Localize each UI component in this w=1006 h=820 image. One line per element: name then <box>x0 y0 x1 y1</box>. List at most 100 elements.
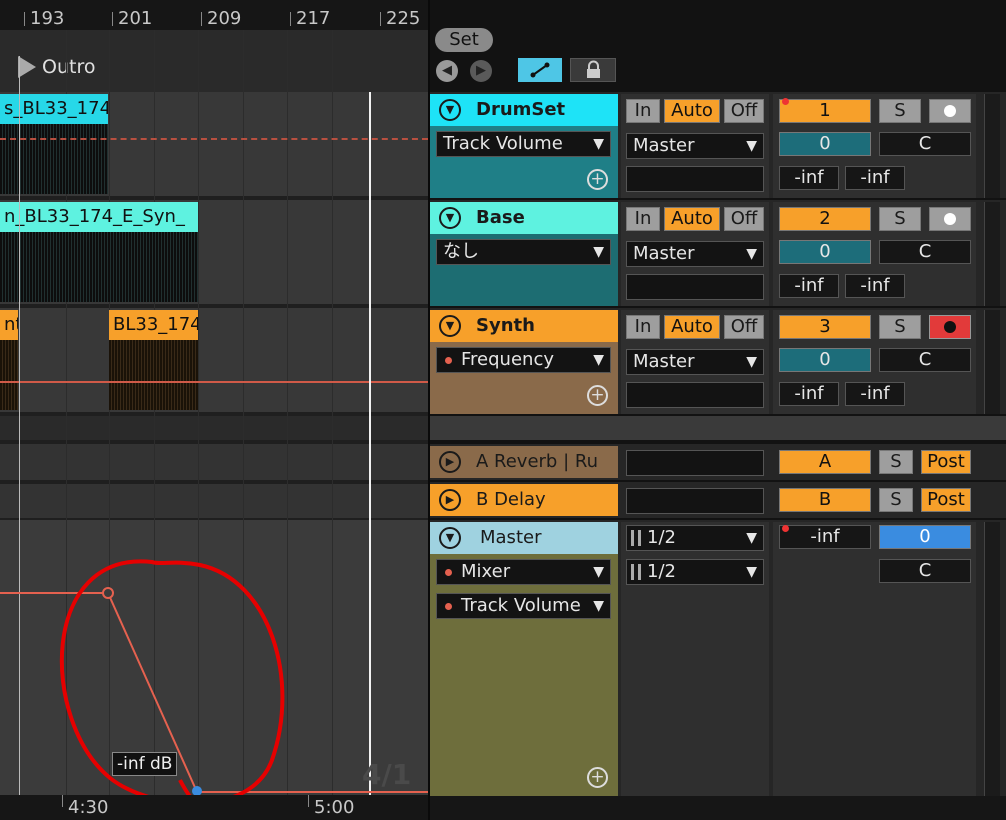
output-channel-select[interactable] <box>626 274 764 300</box>
monitor-off-button[interactable]: Off <box>724 315 764 339</box>
monitor-in-button[interactable]: In <box>626 315 660 339</box>
arm-button[interactable] <box>929 207 971 231</box>
monitor-auto-button[interactable]: Auto <box>664 207 720 231</box>
arm-button-active[interactable] <box>929 315 971 339</box>
fold-toggle-icon[interactable]: ▼ <box>439 207 461 229</box>
output-label: Master <box>633 135 695 156</box>
return-output-select[interactable] <box>626 450 764 476</box>
dropdown-arrow-icon: ▼ <box>746 354 757 370</box>
volume-field[interactable]: 0 <box>779 132 871 156</box>
return-lane-a[interactable] <box>0 444 428 480</box>
volume-field[interactable]: 0 <box>779 348 871 372</box>
monitor-off-button[interactable]: Off <box>724 99 764 123</box>
automation-param-select[interactable]: Track Volume ▼ <box>436 593 611 619</box>
automation-line <box>0 381 428 383</box>
master-out-label: 1/2 <box>647 561 676 582</box>
add-icon[interactable]: + <box>587 385 608 406</box>
peak-level-left: -inf <box>779 382 839 406</box>
fold-toggle-icon[interactable]: ▼ <box>439 315 461 337</box>
output-channel-select[interactable] <box>626 166 764 192</box>
dropdown-arrow-icon: ▼ <box>746 138 757 154</box>
monitor-off-button[interactable]: Off <box>724 207 764 231</box>
draw-mode-icon[interactable] <box>518 58 562 82</box>
pan-field[interactable]: C <box>879 240 971 264</box>
time-ruler-tick <box>62 795 63 807</box>
lane-spacer <box>0 416 428 440</box>
solo-button[interactable]: S <box>879 488 913 512</box>
solo-button[interactable]: S <box>879 207 921 231</box>
ruler-tick <box>201 12 202 26</box>
clip-drum[interactable]: s_BL33_174 <box>0 94 108 124</box>
stereo-icon <box>631 564 641 580</box>
expand-toggle-icon[interactable]: ▶ <box>439 489 461 511</box>
track-activator-button[interactable]: 1 <box>779 99 871 123</box>
monitor-auto-button[interactable]: Auto <box>664 99 720 123</box>
time-ruler[interactable] <box>0 795 428 820</box>
level-meter <box>984 310 1000 414</box>
master-volume-field[interactable]: 0 <box>879 525 971 549</box>
locator-label[interactable]: Outro <box>42 56 95 78</box>
automation-param-select[interactable]: Track Volume ▼ <box>436 131 611 157</box>
fold-toggle-icon[interactable]: ▼ <box>439 527 461 549</box>
fold-toggle-icon[interactable]: ▼ <box>439 99 461 121</box>
set-button[interactable]: Set <box>435 28 493 52</box>
monitor-in-button[interactable]: In <box>626 207 660 231</box>
ruler-bar-number: 193 <box>30 8 65 29</box>
locator-icon[interactable] <box>18 56 36 78</box>
pan-field[interactable]: C <box>879 348 971 372</box>
track-activator-button[interactable]: 2 <box>779 207 871 231</box>
monitor-in-button[interactable]: In <box>626 99 660 123</box>
solo-button[interactable]: S <box>879 315 921 339</box>
add-icon[interactable]: + <box>587 767 608 788</box>
output-select[interactable]: Master ▼ <box>626 241 764 267</box>
automation-param-select[interactable]: なし ▼ <box>436 239 611 265</box>
stereo-icon <box>631 530 641 546</box>
clip-synth[interactable]: nt <box>0 310 18 340</box>
solo-button[interactable]: S <box>879 450 913 474</box>
ruler-tick <box>24 12 25 26</box>
cue-out-label: 1/2 <box>647 527 676 548</box>
post-button[interactable]: Post <box>921 450 971 474</box>
automation-device-select[interactable]: Mixer ▼ <box>436 559 611 585</box>
return-lane-b[interactable] <box>0 484 428 518</box>
return-activator-button[interactable]: B <box>779 488 871 512</box>
expand-toggle-icon[interactable]: ▶ <box>439 451 461 473</box>
clip-indicator-icon <box>782 98 789 105</box>
param-label: Frequency <box>461 349 554 370</box>
master-out-select[interactable]: 1/2 ▼ <box>626 559 764 585</box>
clip-synth[interactable]: BL33_174 <box>109 310 198 340</box>
return-activator-button[interactable]: A <box>779 450 871 474</box>
monitor-auto-button[interactable]: Auto <box>664 315 720 339</box>
ruler-tick <box>380 12 381 26</box>
level-meter <box>984 522 1000 796</box>
dropdown-arrow-icon: ▼ <box>593 352 604 368</box>
volume-field[interactable]: 0 <box>779 240 871 264</box>
master-pan-field[interactable]: C <box>879 559 971 583</box>
lock-icon[interactable] <box>570 58 616 82</box>
ruler-bar-number: 201 <box>118 8 153 29</box>
peak-level-left: -inf <box>779 274 839 298</box>
post-button[interactable]: Post <box>921 488 971 512</box>
forward-arrow-icon[interactable]: ▶ <box>470 60 492 82</box>
track-activator-button[interactable]: 3 <box>779 315 871 339</box>
output-select[interactable]: Master ▼ <box>626 349 764 375</box>
track-lane-synth[interactable] <box>0 308 428 412</box>
automation-param-select[interactable]: Frequency ▼ <box>436 347 611 373</box>
output-select[interactable]: Master ▼ <box>626 133 764 159</box>
return-output-select[interactable] <box>626 488 764 514</box>
dropdown-arrow-icon: ▼ <box>593 598 604 614</box>
arm-button[interactable] <box>929 99 971 123</box>
breakpoint-handle <box>102 587 114 599</box>
peak-level-right: -inf <box>845 382 905 406</box>
cue-out-select[interactable]: 1/2 ▼ <box>626 525 764 551</box>
clip-base[interactable]: n_BL33_174_E_Syn_ <box>0 202 198 232</box>
peak-level-left: -inf <box>779 166 839 190</box>
dropdown-arrow-icon: ▼ <box>593 136 604 152</box>
pan-field[interactable]: C <box>879 132 971 156</box>
output-channel-select[interactable] <box>626 382 764 408</box>
add-icon[interactable]: + <box>587 169 608 190</box>
solo-button[interactable]: S <box>879 99 921 123</box>
time-signature: 4/1 <box>362 758 412 791</box>
output-label: Master <box>633 351 695 372</box>
back-arrow-icon[interactable]: ◀ <box>436 60 458 82</box>
